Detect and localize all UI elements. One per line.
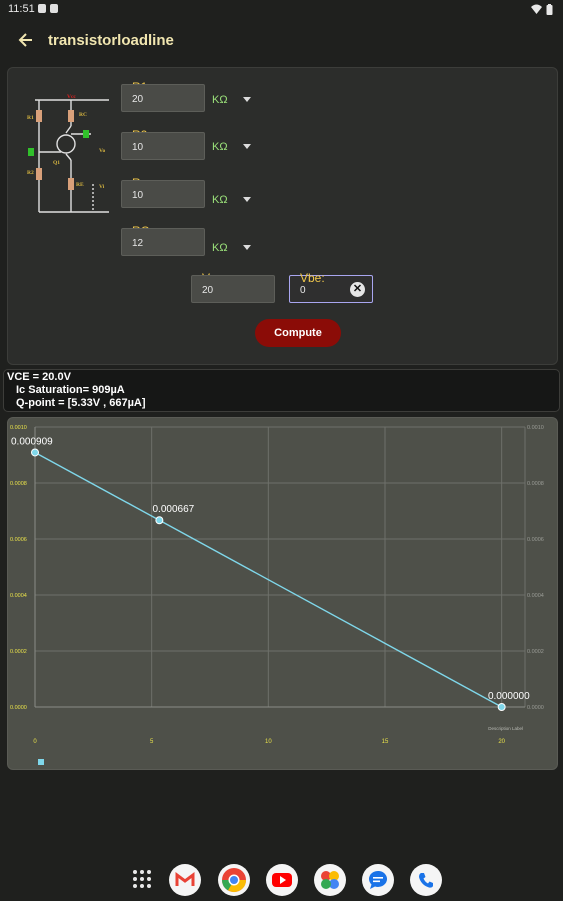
phone-icon[interactable] <box>410 864 442 896</box>
label-r1: R1 <box>27 115 34 121</box>
x-tick-label: 10 <box>265 739 272 745</box>
r1-value: 20 <box>132 94 144 105</box>
messages-icon[interactable] <box>362 864 394 896</box>
app-bar: transistorloadline <box>0 22 563 58</box>
load-line-chart-card: 0 5 10 15 20 0.0000 0.0000 0.0002 0.0002 0.0004 0.… <box>7 417 558 770</box>
label-rc: RC <box>79 112 87 118</box>
apps-grid-icon[interactable] <box>132 869 152 889</box>
qpoint-result: Q-point = [5.33V , 667µA] <box>16 397 146 409</box>
load-line-chart[interactable]: 0 5 10 15 20 0.0000 0.0000 0.0002 0.0002 0.0004 0.… <box>8 418 557 769</box>
r2-value: 10 <box>132 142 144 153</box>
label-vo: Vo <box>99 148 105 154</box>
y-tick-label: 0.0002 <box>10 649 27 655</box>
y-tick-label-right: 0.0004 <box>527 593 544 599</box>
r1-unit: KΩ <box>212 94 228 106</box>
data-point <box>155 516 164 525</box>
y-tick-label: 0.0008 <box>10 481 27 487</box>
rc-unit-dropdown-icon[interactable] <box>243 245 251 250</box>
label-q1: Q1 <box>53 160 60 166</box>
r1-unit-dropdown-icon[interactable] <box>243 97 251 102</box>
battery-icon <box>546 3 553 15</box>
label-vcc: Vcc <box>67 94 76 100</box>
status-icons <box>531 3 553 15</box>
data-point <box>31 448 39 457</box>
vbe-label: Vbe: <box>300 271 325 285</box>
y-tick-label-right: 0.0006 <box>527 537 544 543</box>
x-tick-label: 20 <box>498 739 505 745</box>
rc-value: 12 <box>132 238 144 249</box>
y-tick-label-right: 0.0002 <box>527 649 544 655</box>
status-time: 11:51 <box>8 3 35 15</box>
data-point-label: 0.000909 <box>11 436 53 447</box>
chrome-icon[interactable] <box>218 864 250 896</box>
status-bar: 11:51 <box>0 0 563 18</box>
data-point-label: 0.000667 <box>153 504 195 515</box>
wifi-icon <box>531 4 542 14</box>
label-re: RE <box>76 182 84 188</box>
chart-description-label: Description Label <box>488 726 523 731</box>
rc-input[interactable]: 12 <box>121 228 205 256</box>
x-tick-label: 0 <box>33 739 37 745</box>
notification-icon <box>38 4 46 13</box>
vcc-value: 20 <box>202 285 214 296</box>
y-tick-label: 0.0006 <box>10 537 27 543</box>
results-panel: VCE = 20.0V Ic Saturation= 909µA Q-point… <box>3 369 560 412</box>
data-point <box>497 703 506 711</box>
r1-input[interactable]: 20 <box>121 84 205 112</box>
youtube-icon[interactable] <box>266 864 298 896</box>
notification-icon-2 <box>50 4 58 13</box>
vce-result: VCE = 20.0V <box>7 371 71 383</box>
vbe-value: 0 <box>300 285 306 296</box>
label-vi: Vi <box>99 184 105 190</box>
re-value: 10 <box>132 190 144 201</box>
y-tick-label: 0.0010 <box>10 425 27 431</box>
y-tick-label: 0.0004 <box>10 593 27 599</box>
re-unit: KΩ <box>212 194 228 206</box>
y-tick-label-right: 0.0010 <box>527 425 544 431</box>
r2-input[interactable]: 10 <box>121 132 205 160</box>
re-input[interactable]: 10 <box>121 180 205 208</box>
ic-saturation-result: Ic Saturation= 909µA <box>16 384 125 396</box>
clear-icon[interactable]: ✕ <box>350 282 365 297</box>
circuit-schematic: Vcc R1 RC Vo Q1 R2 RE Vi <box>27 94 109 213</box>
label-r2: R2 <box>27 170 34 176</box>
r2-unit-dropdown-icon[interactable] <box>243 144 251 149</box>
gmail-icon[interactable] <box>169 864 201 896</box>
x-tick-label: 15 <box>382 739 389 745</box>
back-arrow-icon[interactable] <box>14 28 38 52</box>
vcc-input[interactable]: 20 <box>191 275 275 303</box>
x-tick-label: 5 <box>150 739 154 745</box>
y-tick-label: 0.0000 <box>10 705 27 711</box>
data-point-label: 0.000000 <box>488 691 530 702</box>
rc-unit: KΩ <box>212 242 228 254</box>
app-title: transistorloadline <box>48 32 174 49</box>
compute-button[interactable]: Compute <box>255 319 341 347</box>
y-tick-label-right: 0.0000 <box>527 705 544 711</box>
photos-icon[interactable] <box>314 864 346 896</box>
re-unit-dropdown-icon[interactable] <box>243 197 251 202</box>
y-tick-label-right: 0.0008 <box>527 481 544 487</box>
legend-swatch <box>38 759 44 765</box>
r2-unit: KΩ <box>212 141 228 153</box>
